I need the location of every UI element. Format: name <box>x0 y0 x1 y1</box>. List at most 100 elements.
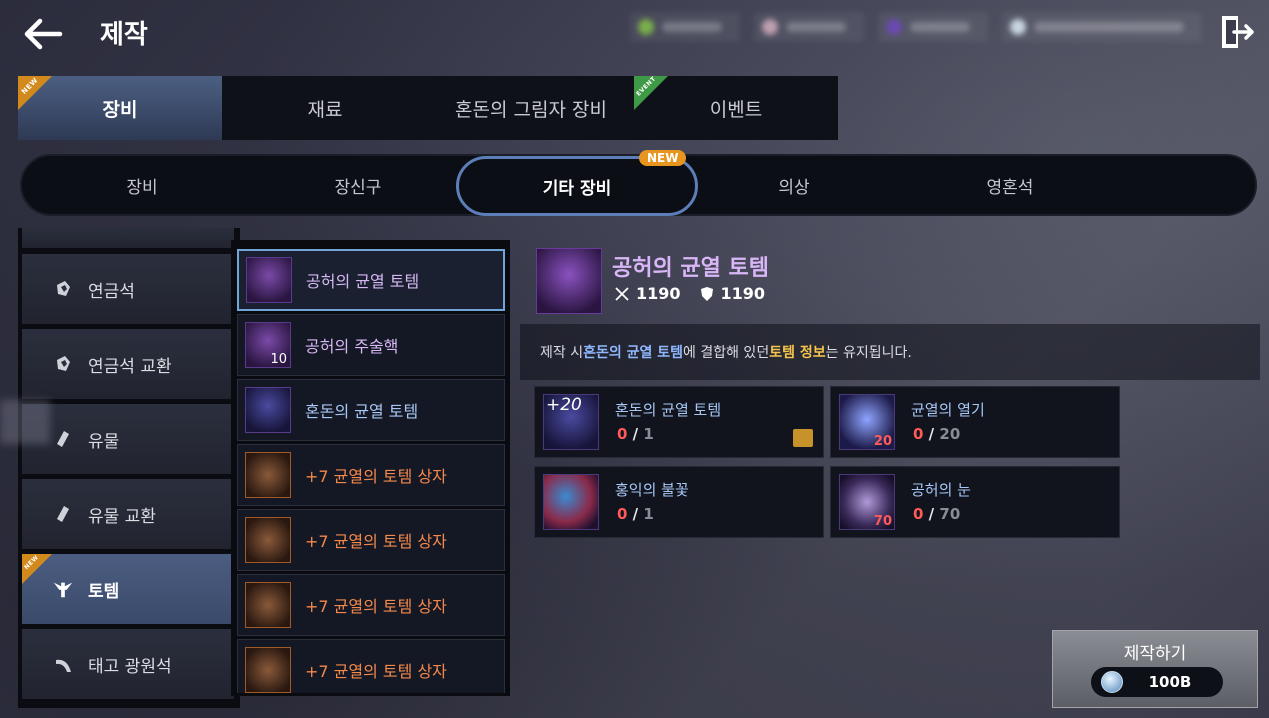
tab-label: 장비 <box>102 98 138 121</box>
material-item[interactable]: 70 공허의 눈 0 / 70 <box>830 466 1120 538</box>
material-item[interactable]: 20 균열의 열기 0 / 20 <box>830 386 1120 458</box>
count-need: 1 <box>643 425 654 443</box>
currency-bar <box>630 12 1210 44</box>
material-count: 0 / 1 <box>617 425 654 443</box>
category-list[interactable]: 연금석 연금석 교환 유물 유물 교환 NEW 토템 태고 광원석 <box>18 228 240 708</box>
defense-value: 1190 <box>720 284 766 303</box>
recipe-item[interactable]: +7 균열의 토템 상자 <box>237 639 505 693</box>
recipe-item[interactable]: +7 균열의 토템 상자 <box>237 444 505 506</box>
sub-tabs: 장비 장신구 기타 장비 NEW 의상 영혼석 <box>20 150 1257 216</box>
subtab-costume[interactable]: 의상 <box>694 156 894 214</box>
recipe-item[interactable]: +7 균열의 토템 상자 <box>237 574 505 636</box>
material-badge: 70 <box>873 514 892 529</box>
chaos-rift-totem-thumbnail <box>245 387 291 433</box>
new-badge: NEW <box>639 150 687 166</box>
recipe-item[interactable]: +7 균열의 토템 상자 <box>237 509 505 571</box>
totem-chest-thumbnail <box>245 452 291 498</box>
page-title: 제작 <box>100 20 148 50</box>
recipe-item[interactable]: 공허의 균열 토템 <box>237 249 505 311</box>
totem-chest-thumbnail <box>245 517 291 563</box>
notice-highlight: 토템 정보 <box>769 345 826 361</box>
material-count: 0 / 70 <box>913 505 961 523</box>
tab-materials[interactable]: 재료 <box>222 76 428 140</box>
tab-label: 재료 <box>307 98 343 121</box>
relic-exchange-icon <box>52 503 74 525</box>
exit-button[interactable] <box>1220 14 1256 50</box>
notice-text: 제작 시 <box>540 345 584 361</box>
count-have: 0 <box>617 425 628 443</box>
notice-highlight: 혼돈의 균열 토템 <box>583 345 684 361</box>
count-need: 70 <box>939 505 961 523</box>
crossed-swords-icon <box>614 286 630 302</box>
selected-item-thumbnail <box>536 248 602 314</box>
craft-button[interactable]: 제작하기 100B <box>1052 630 1258 708</box>
material-name: 공허의 눈 <box>911 481 971 499</box>
category-label: 태고 광원석 <box>88 656 172 677</box>
category-label: 유물 <box>88 431 120 452</box>
material-item[interactable]: 홍익의 불꽃 0 / 1 <box>534 466 824 538</box>
count-have: 0 <box>913 425 924 443</box>
recipe-item[interactable]: 혼돈의 균열 토템 <box>237 379 505 441</box>
material-item[interactable]: +20 혼돈의 균열 토템 0 / 1 <box>534 386 824 458</box>
subtab-other-equipment[interactable]: 기타 장비 NEW <box>456 150 698 216</box>
notice-text: 는 유지됩니다. <box>825 345 912 361</box>
subtab-label: 영혼석 <box>986 177 1034 198</box>
shield-icon <box>699 286 715 302</box>
back-button[interactable] <box>20 14 64 54</box>
totem-chest-thumbnail <box>245 647 291 693</box>
subtab-label: 기타 장비 <box>542 178 612 199</box>
category-item-relic-exchange[interactable]: 유물 교환 <box>22 479 234 549</box>
craft-label: 제작하기 <box>1123 644 1187 664</box>
blurred-overlay <box>0 400 50 444</box>
category-item-alchemy-stone-exchange[interactable]: 연금석 교환 <box>22 329 234 399</box>
main-tabs: NEW 장비 재료 혼돈의 그림자 장비 EVENT 이벤트 <box>18 75 838 140</box>
chaos-rift-totem-thumbnail: +20 <box>543 394 599 450</box>
count-have: 0 <box>913 505 924 523</box>
recipe-list[interactable]: 공허의 균열 토템 10 공허의 주술핵 혼돈의 균열 토템 +7 균열의 토템… <box>231 240 510 696</box>
count-need: 20 <box>939 425 961 443</box>
tab-chaos-shadow-equipment[interactable]: 혼돈의 그림자 장비 <box>428 76 634 140</box>
material-name: 홍익의 불꽃 <box>615 481 689 499</box>
rift-heat-thumbnail: 20 <box>839 394 895 450</box>
count-need: 1 <box>643 505 654 523</box>
category-item-totem[interactable]: NEW 토템 <box>22 554 234 624</box>
subtab-label: 의상 <box>778 177 810 198</box>
recipe-name: +7 균열의 토템 상자 <box>305 467 447 486</box>
category-item-partial <box>22 228 234 248</box>
category-item-relic[interactable]: 유물 <box>22 404 234 474</box>
tab-equipment[interactable]: NEW 장비 <box>18 76 222 140</box>
alchemy-stone-exchange-icon <box>52 353 74 375</box>
void-eye-thumbnail: 70 <box>839 474 895 530</box>
relic-icon <box>52 428 74 450</box>
totem-icon <box>52 578 74 600</box>
recipe-name: 공허의 주술핵 <box>305 337 399 356</box>
category-item-primal-lightstone[interactable]: 태고 광원석 <box>22 629 234 699</box>
subtab-label: 장비 <box>126 177 158 198</box>
materials-grid: +20 혼돈의 균열 토템 0 / 1 20 균열의 열기 0 / 20 홍익의… <box>534 386 1124 540</box>
selected-item-title: 공허의 균열 토템 <box>612 256 769 281</box>
primal-lightstone-icon <box>52 653 74 675</box>
recipe-name: +7 균열의 토템 상자 <box>305 532 447 551</box>
currency-item <box>754 12 864 42</box>
tab-event[interactable]: EVENT 이벤트 <box>634 75 838 140</box>
material-badge: 20 <box>873 434 892 449</box>
swap-icon[interactable] <box>793 429 813 447</box>
subtab-equipment[interactable]: 장비 <box>42 156 242 214</box>
craft-cost: 100B <box>1091 667 1223 697</box>
alchemy-stone-icon <box>52 278 74 300</box>
material-name: 균열의 열기 <box>911 401 985 419</box>
subtab-label: 장신구 <box>334 177 382 198</box>
material-name: 혼돈의 균열 토템 <box>615 401 722 419</box>
tab-label: 혼돈의 그림자 장비 <box>455 98 607 121</box>
category-item-alchemy-stone[interactable]: 연금석 <box>22 254 234 324</box>
currency-item <box>878 12 988 42</box>
material-count: 0 / 20 <box>913 425 961 443</box>
exit-door-icon <box>1222 16 1254 48</box>
subtab-soulstone[interactable]: 영혼석 <box>910 156 1110 214</box>
currency-item <box>1002 12 1202 42</box>
currency-item <box>630 12 740 42</box>
recipe-item[interactable]: 10 공허의 주술핵 <box>237 314 505 376</box>
attack-value: 1190 <box>636 284 681 303</box>
item-count: 10 <box>270 352 287 367</box>
subtab-accessories[interactable]: 장신구 <box>258 156 458 214</box>
